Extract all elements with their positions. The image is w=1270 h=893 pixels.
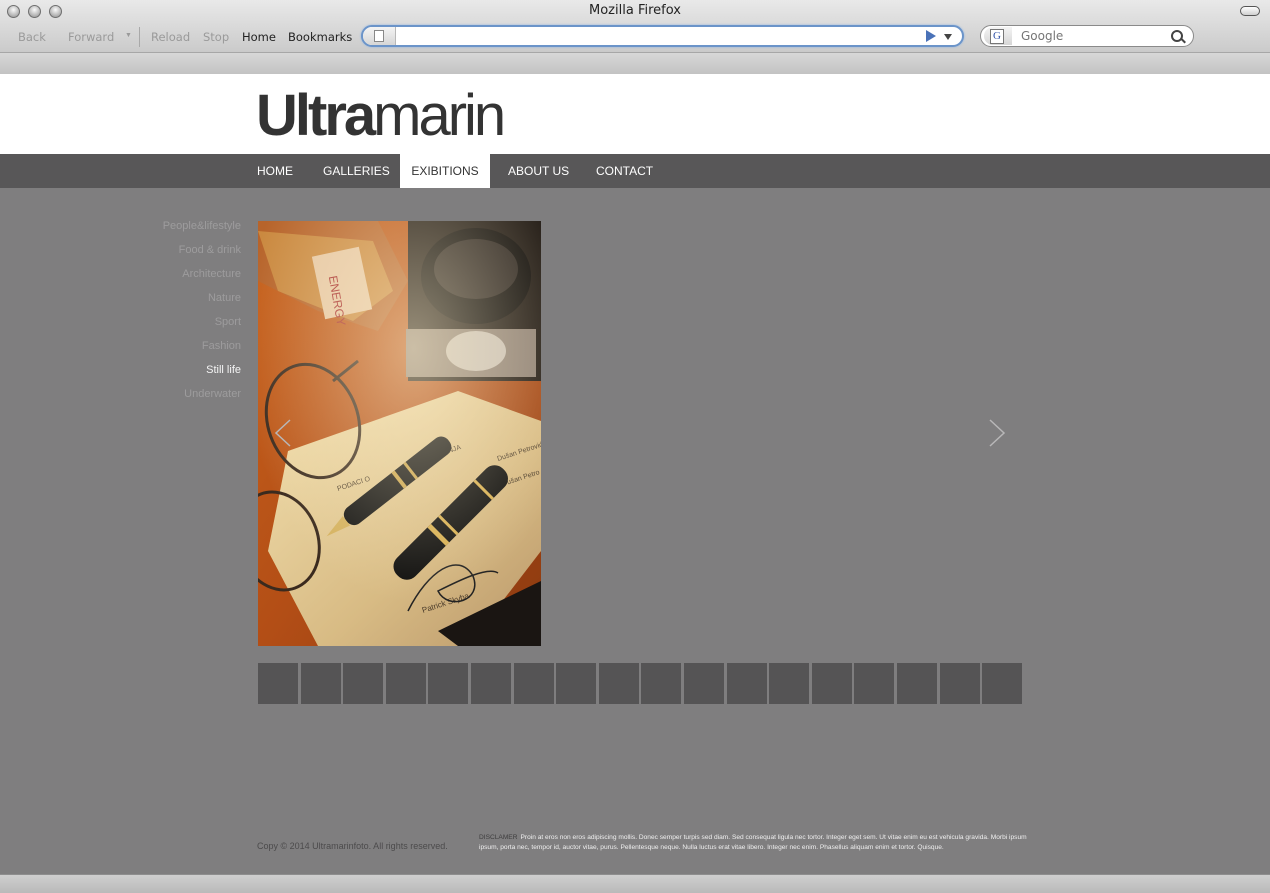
disclaimer-label: DISCLAMER <box>479 834 518 841</box>
nav-exibitions[interactable]: EXIBITIONS <box>400 154 490 188</box>
next-arrow-icon[interactable] <box>988 418 1006 448</box>
thumbnail[interactable] <box>897 663 937 704</box>
minimize-window-icon[interactable] <box>28 5 41 18</box>
toolbar-separator <box>139 27 140 47</box>
close-window-icon[interactable] <box>7 5 20 18</box>
disclaimer-text: Proin at eros non eros adipiscing mollis… <box>479 834 1027 851</box>
address-bar[interactable] <box>361 25 964 47</box>
main-nav: HOME GALLERIES EXIBITIONS ABOUT US CONTA… <box>0 154 1270 188</box>
category-food-drink[interactable]: Food & drink <box>163 244 241 268</box>
page-icon <box>374 30 384 42</box>
thumbnail[interactable] <box>513 663 554 704</box>
thumbnail[interactable] <box>428 663 469 704</box>
category-still-life[interactable]: Still life <box>163 364 241 388</box>
thumbnail[interactable] <box>471 663 511 704</box>
disclaimer: DISCLAMER Proin at eros non eros adipisci… <box>479 833 1039 853</box>
category-sport[interactable]: Sport <box>163 316 241 340</box>
stop-button[interactable]: Stop <box>203 30 229 44</box>
thumbnail-strip <box>258 663 1024 704</box>
reload-button[interactable]: Reload <box>151 30 190 44</box>
thumbnail[interactable] <box>811 663 852 704</box>
nav-about-us[interactable]: ABOUT US <box>508 154 569 188</box>
zoom-window-icon[interactable] <box>49 5 62 18</box>
category-underwater[interactable]: Underwater <box>163 388 241 412</box>
prev-arrow-icon[interactable] <box>274 418 292 448</box>
thumbnail[interactable] <box>556 663 597 704</box>
search-bar[interactable]: G <box>980 25 1194 47</box>
thumbnail[interactable] <box>726 663 767 704</box>
url-dropdown-icon[interactable] <box>944 34 952 40</box>
gallery-photo[interactable]: ENERGY PODACI O OSIGURANJA Dušan Petrovi… <box>258 221 541 646</box>
browser-status-bar <box>0 874 1270 893</box>
nav-home[interactable]: HOME <box>257 154 293 188</box>
search-engine-selector[interactable]: G <box>984 27 1012 45</box>
thumbnail[interactable] <box>258 663 298 704</box>
history-dropdown-icon[interactable]: ▼ <box>125 32 132 39</box>
thumbnail[interactable] <box>982 663 1023 704</box>
forward-button[interactable]: Forward <box>68 30 114 44</box>
thumbnail[interactable] <box>854 663 895 704</box>
bookmarks-button[interactable]: Bookmarks <box>288 30 352 44</box>
nav-contact[interactable]: CONTACT <box>596 154 653 188</box>
browser-toolbar: Mozilla Firefox Back Forward ▼ Reload St… <box>0 0 1270 75</box>
window-title: Mozilla Firefox <box>589 3 681 18</box>
category-fashion[interactable]: Fashion <box>163 340 241 364</box>
search-icon[interactable] <box>1171 30 1183 42</box>
site-header: Ultramarin <box>0 74 1270 154</box>
category-people-lifestyle[interactable]: People&lifestyle <box>163 220 241 244</box>
thumbnail[interactable] <box>385 663 426 704</box>
thumbnail[interactable] <box>769 663 810 704</box>
site-logo[interactable]: Ultramarin <box>256 84 506 148</box>
thumbnail[interactable] <box>343 663 384 704</box>
thumbnail[interactable] <box>684 663 724 704</box>
bookmarks-toolbar <box>0 52 1270 75</box>
site-identity-button[interactable] <box>363 27 396 45</box>
thumbnail[interactable] <box>641 663 682 704</box>
toolbar-toggle-button[interactable] <box>1240 6 1260 16</box>
category-architecture[interactable]: Architecture <box>163 268 241 292</box>
back-button[interactable]: Back <box>18 30 46 44</box>
thumbnail[interactable] <box>300 663 341 704</box>
home-button[interactable]: Home <box>242 30 276 44</box>
category-nature[interactable]: Nature <box>163 292 241 316</box>
thumbnail[interactable] <box>598 663 639 704</box>
thumbnail[interactable] <box>939 663 980 704</box>
category-sidebar: People&lifestyle Food & drink Architectu… <box>163 220 241 412</box>
search-input[interactable] <box>1021 28 1161 44</box>
google-icon: G <box>990 29 1004 44</box>
nav-galleries[interactable]: GALLERIES <box>323 154 390 188</box>
go-arrow-icon[interactable] <box>926 30 936 42</box>
copyright-text: Copy © 2014 Ultramarinfoto. All rights r… <box>257 841 448 851</box>
